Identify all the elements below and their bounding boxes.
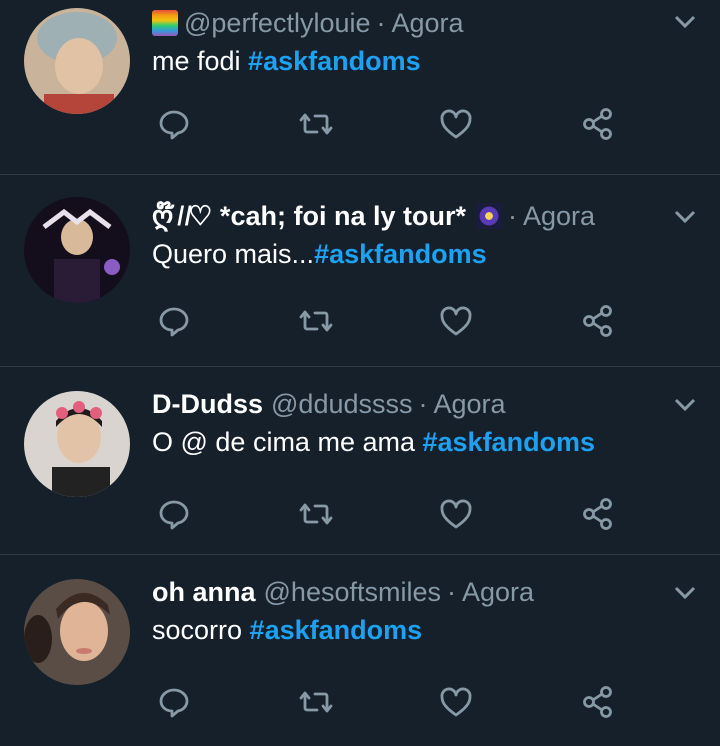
share-icon[interactable] [578, 682, 618, 722]
chevron-down-icon[interactable] [672, 583, 698, 603]
share-icon[interactable] [578, 301, 618, 341]
user-handle[interactable]: @perfectlylouie [184, 6, 371, 40]
retweet-icon[interactable] [296, 301, 336, 341]
separator-dot: · [446, 577, 456, 607]
tweet-header: @perfectlylouie · Agora [152, 6, 660, 40]
tweet-text-plain: socorro [152, 615, 250, 645]
tweet[interactable]: oh anna @hesoftsmiles · Agora socorro #a… [0, 555, 720, 746]
timestamp[interactable]: Agora [434, 387, 506, 421]
like-icon[interactable] [436, 104, 476, 144]
rainbow-flag-emoji [152, 10, 178, 36]
like-icon[interactable] [436, 682, 476, 722]
tweet-text-plain: Quero mais... [152, 239, 315, 269]
display-name[interactable]: oh anna [152, 575, 256, 609]
tweet-text: O @ de cima me ama #askfandoms [152, 425, 595, 459]
tweet[interactable]: @perfectlylouie · Agora me fodi #askfand… [0, 0, 720, 175]
share-icon[interactable] [578, 494, 618, 534]
chevron-down-icon[interactable] [672, 12, 698, 32]
share-icon[interactable] [578, 104, 618, 144]
avatar[interactable] [24, 197, 130, 303]
fireworks-emoji [475, 203, 502, 229]
separator-dot: · [376, 8, 386, 38]
tweet-header: ღ໊ ̸ ̸♡ *cah; foi na ly tour* · Agora [152, 199, 660, 233]
retweet-icon[interactable] [296, 104, 336, 144]
tweet-header: D-Dudss @ddudssss · Agora [152, 387, 660, 421]
like-icon[interactable] [436, 494, 476, 534]
chevron-down-icon[interactable] [672, 207, 698, 227]
tweet-text: socorro #askfandoms [152, 613, 422, 647]
tweet-text: me fodi #askfandoms [152, 44, 421, 78]
chevron-down-icon[interactable] [672, 395, 698, 415]
reply-icon[interactable] [154, 494, 194, 534]
avatar[interactable] [24, 579, 130, 685]
avatar[interactable] [24, 391, 130, 497]
separator-dot: · [507, 201, 517, 231]
retweet-icon[interactable] [296, 494, 336, 534]
display-name[interactable]: D-Dudss [152, 387, 263, 421]
avatar[interactable] [24, 8, 130, 114]
tweet-text-plain: me fodi [152, 46, 249, 76]
timestamp[interactable]: Agora [523, 199, 595, 233]
tweet-text-plain: O @ de cima me ama [152, 427, 423, 457]
user-handle[interactable]: @hesoftsmiles [264, 575, 441, 609]
hashtag-link[interactable]: #askfandoms [250, 615, 423, 645]
like-icon[interactable] [436, 301, 476, 341]
tweet-actions [152, 104, 632, 144]
separator-dot: · [418, 389, 428, 419]
tweet-header: oh anna @hesoftsmiles · Agora [152, 575, 660, 609]
display-name[interactable]: ღ໊ ̸ ̸♡ *cah; foi na ly tour* [152, 199, 466, 233]
reply-icon[interactable] [154, 682, 194, 722]
tweet-actions [152, 301, 632, 341]
tweet-actions [152, 494, 632, 534]
tweet-actions [152, 682, 632, 722]
reply-icon[interactable] [154, 104, 194, 144]
timestamp[interactable]: Agora [462, 575, 534, 609]
hashtag-link[interactable]: #askfandoms [248, 46, 421, 76]
timestamp[interactable]: Agora [392, 6, 464, 40]
tweet[interactable]: ღ໊ ̸ ̸♡ *cah; foi na ly tour* · Agora Qu… [0, 175, 720, 367]
retweet-icon[interactable] [296, 682, 336, 722]
hashtag-link[interactable]: #askfandoms [423, 427, 596, 457]
reply-icon[interactable] [154, 301, 194, 341]
hashtag-link[interactable]: #askfandoms [314, 239, 487, 269]
tweet[interactable]: D-Dudss @ddudssss · Agora O @ de cima me… [0, 367, 720, 555]
user-handle[interactable]: @ddudssss [271, 387, 412, 421]
tweet-text: Quero mais...#askfandoms [152, 237, 487, 271]
